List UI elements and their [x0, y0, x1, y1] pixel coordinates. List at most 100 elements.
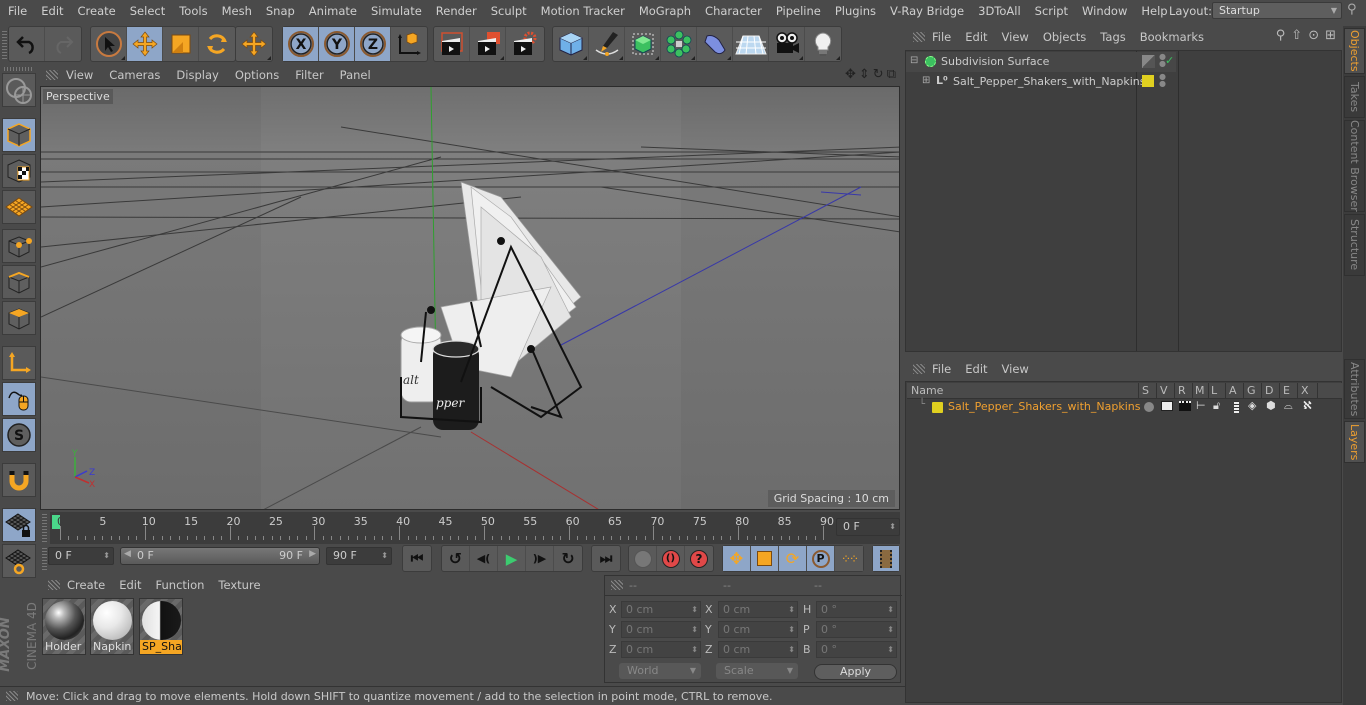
objects-menu-edit[interactable]: Edit — [958, 30, 994, 44]
size-z-field[interactable]: 0 cm ⬍ — [718, 641, 798, 658]
cloner-button[interactable] — [661, 27, 697, 61]
menu-plugins[interactable]: Plugins — [827, 4, 882, 18]
status-grip[interactable] — [6, 691, 18, 701]
search-icon[interactable]: ⚲ — [1347, 2, 1357, 17]
tab-objects[interactable]: Objects — [1344, 28, 1365, 74]
keyframe-selection-button[interactable]: ? — [685, 546, 713, 571]
dolly-view-icon[interactable]: ⇕ — [859, 67, 870, 82]
layers-menu-edit[interactable]: Edit — [958, 362, 994, 376]
viewport-menu-filter[interactable]: Filter — [287, 68, 331, 82]
x-axis-lock-button[interactable]: X — [283, 27, 319, 61]
floor-button[interactable] — [733, 27, 769, 61]
menu-vray-bridge[interactable]: V-Ray Bridge — [882, 4, 970, 18]
go-to-end-button[interactable]: ⏭ — [592, 546, 620, 571]
material-menu-edit[interactable]: Edit — [112, 578, 148, 592]
next-frame-button[interactable]: )▶ — [526, 546, 554, 571]
animation-icon[interactable] — [1234, 401, 1239, 413]
scale-tool-button[interactable] — [163, 27, 199, 61]
rot-b-field[interactable]: 0 ° ⬍ — [816, 641, 897, 658]
render-settings-button[interactable] — [506, 27, 542, 61]
timeline-grip[interactable] — [42, 514, 47, 542]
previous-frame-button[interactable]: ◀( — [470, 546, 498, 571]
expression-icon[interactable]: ⌓ — [1284, 399, 1293, 413]
texture-mode-button[interactable] — [2, 154, 36, 188]
menu-create[interactable]: Create — [70, 4, 122, 18]
previous-key-button[interactable]: ↺ — [442, 546, 470, 571]
column-solo[interactable]: S — [1142, 384, 1149, 397]
light-button[interactable] — [805, 27, 841, 61]
solo-dot-icon[interactable] — [1144, 402, 1154, 412]
material-holder[interactable]: Holder — [42, 598, 86, 655]
render-clapper-icon[interactable] — [1179, 401, 1191, 411]
planar-workplane-button[interactable] — [2, 544, 36, 578]
size-y-field[interactable]: 0 cm ⬍ — [718, 621, 798, 638]
make-editable-button[interactable] — [2, 73, 36, 107]
timeline-ruler[interactable]: 0 5 10 15 20 25 30 35 40 45 50 55 60 65 70 75 80 85 90 — [50, 512, 900, 544]
menu-tools[interactable]: Tools — [171, 4, 213, 18]
objects-menu-view[interactable]: View — [995, 30, 1036, 44]
layer-name[interactable]: Salt_Pepper_Shakers_with_Napkins — [948, 400, 1140, 413]
current-frame-field[interactable]: 0 F ⬍ — [836, 518, 900, 536]
range-left-arrow-icon[interactable]: ◀ — [124, 549, 131, 559]
deformer-button[interactable] — [697, 27, 733, 61]
menu-script[interactable]: Script — [1027, 4, 1074, 18]
objects-menu-tags[interactable]: Tags — [1093, 30, 1132, 44]
pos-y-field[interactable]: 0 cm ⬍ — [621, 621, 701, 638]
viewport-menu-options[interactable]: Options — [227, 68, 287, 82]
snap-button[interactable] — [2, 463, 36, 497]
cube-button[interactable] — [553, 27, 589, 61]
tab-structure[interactable]: Structure — [1344, 214, 1365, 276]
subdivision-surface-button[interactable] — [625, 27, 661, 61]
viewport-menu-cameras[interactable]: Cameras — [101, 68, 168, 82]
objects-menu-bookmarks[interactable]: Bookmarks — [1133, 30, 1211, 44]
menu-mesh[interactable]: Mesh — [214, 4, 258, 18]
z-axis-lock-button[interactable]: Z — [355, 27, 391, 61]
menu-simulate[interactable]: Simulate — [363, 4, 428, 18]
render-view-button[interactable] — [434, 27, 470, 61]
material-menu-texture[interactable]: Texture — [211, 578, 267, 592]
camera-label[interactable]: Perspective — [43, 89, 113, 104]
play-button[interactable]: ▶ — [498, 546, 526, 571]
xref-icon[interactable]: ℵ — [1303, 399, 1312, 412]
layer-manager-grip[interactable] — [913, 364, 925, 374]
tab-takes[interactable]: Takes — [1344, 76, 1365, 118]
coordinate-system-button[interactable] — [391, 27, 427, 61]
go-to-start-button[interactable]: ⏮ — [403, 546, 431, 571]
expand-icon[interactable]: ⊞ — [922, 75, 930, 86]
record-keys-button[interactable] — [629, 546, 657, 571]
key-pla-button[interactable]: ⁘⁘ — [835, 546, 863, 571]
rot-p-field[interactable]: 0 ° ⬍ — [816, 621, 897, 638]
manager-tree-icon[interactable]: ⊢ — [1196, 399, 1206, 412]
menu-character[interactable]: Character — [697, 4, 768, 18]
coordinate-mode-dropdown[interactable]: World ▼ — [619, 663, 701, 679]
move-tool-button[interactable] — [127, 27, 163, 61]
workplane-button[interactable] — [2, 190, 36, 224]
column-name[interactable]: Name — [911, 384, 943, 397]
y-axis-lock-button[interactable]: Y — [319, 27, 355, 61]
layers-menu-file[interactable]: File — [925, 362, 958, 376]
new-window-icon[interactable]: ⊞ — [1325, 28, 1336, 43]
view-eye-icon[interactable] — [1161, 401, 1173, 411]
home-icon[interactable]: ⇧ — [1291, 28, 1302, 43]
column-animation[interactable]: A — [1229, 384, 1237, 397]
menu-mograph[interactable]: MoGraph — [631, 4, 697, 18]
menu-pipeline[interactable]: Pipeline — [768, 4, 827, 18]
solo-mode-button[interactable]: S — [2, 418, 36, 452]
pos-x-field[interactable]: 0 cm ⬍ — [621, 601, 701, 618]
column-view[interactable]: V — [1160, 384, 1168, 397]
menu-sculpt[interactable]: Sculpt — [483, 4, 533, 18]
spline-pen-button[interactable] — [589, 27, 625, 61]
menu-window[interactable]: Window — [1074, 4, 1133, 18]
object-row-subdivision-surface[interactable]: ⊟ Subdivision Surface ● ● ✓ — [906, 52, 1176, 72]
axis-mode-button[interactable] — [2, 346, 36, 380]
apply-button[interactable]: Apply — [814, 664, 897, 680]
live-selection-button[interactable] — [91, 27, 127, 61]
tab-content-browser[interactable]: Content Browser — [1344, 120, 1365, 212]
layer-color-swatch[interactable] — [1142, 75, 1154, 87]
tab-layers[interactable]: Layers — [1344, 421, 1365, 463]
material-grip[interactable] — [48, 580, 60, 590]
objects-menu-file[interactable]: File — [925, 30, 958, 44]
eye-icon[interactable]: ⊙ — [1308, 28, 1319, 43]
key-rotation-button[interactable]: ⟳ — [779, 546, 807, 571]
tab-attributes[interactable]: Attributes — [1344, 359, 1365, 419]
